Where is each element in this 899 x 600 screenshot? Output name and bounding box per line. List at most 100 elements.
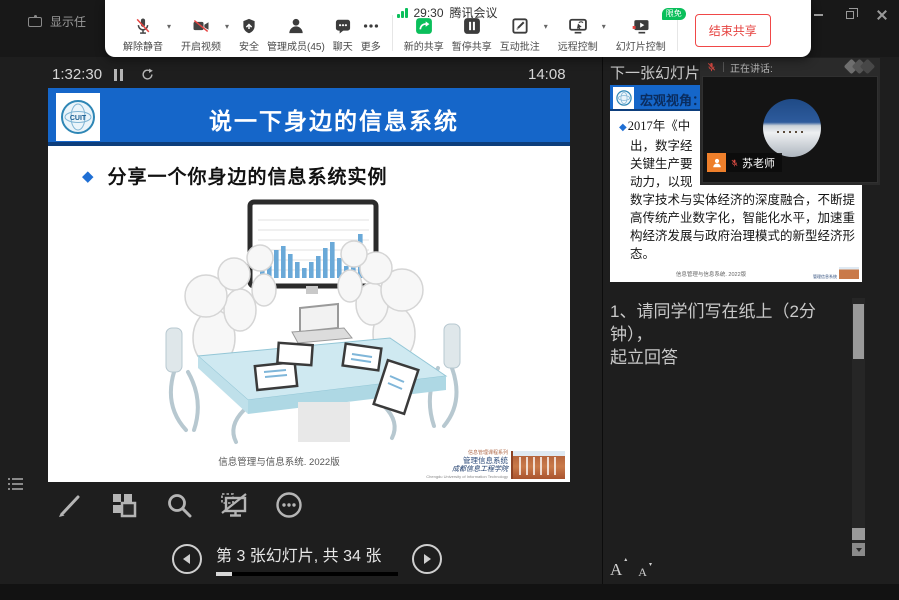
pen-tool-button[interactable] [52,488,86,522]
more-button[interactable]: 更多 [357,16,385,53]
font-increase-button[interactable]: A▴ [610,560,622,580]
minimize-button[interactable] [807,6,829,24]
preview-text-line: 数字技术与实体经济的深度融合，不断提 [619,191,856,209]
slide-bullet-text: 分享一个你身边的信息系统实例 [108,162,388,189]
slide-control-label: 幻灯片控制 [616,38,666,53]
more-dots-icon [361,16,381,36]
chat-button[interactable]: 聊天 [329,16,357,53]
restart-timer-button[interactable] [140,67,155,87]
participant-name: 苏老师 [742,155,775,171]
remote-dropdown-caret-icon[interactable] [602,22,612,31]
next-slide-button[interactable] [412,544,442,574]
show-taskbar-control[interactable]: 显示任 [28,13,86,30]
annotate-dropdown-caret-icon[interactable] [544,22,554,31]
share-new-icon [414,16,434,36]
participant-avatar [763,99,821,157]
pause-share-button[interactable]: 暂停共享 [448,16,496,53]
slide-counter: 第 3 张幻灯片, 共 34 张 [216,542,398,566]
slide-watermark: 信息管理课程系列 管理信息系统 成都信息工程学院 Chengdu Univers… [426,450,565,479]
slide-progress-fill [216,572,232,576]
security-button[interactable]: 安全 [235,16,263,53]
chat-label: 聊天 [333,38,353,53]
layout-switch-icon[interactable] [844,60,874,74]
preview-watermark: 管理信息系统 [813,263,859,279]
font-increase-tick-icon: ▴ [624,556,627,563]
meeting-toolbar-buttons: 解除静音 开启视频 安全 管理成员(45) [119,14,771,53]
more-label: 更多 [361,38,381,53]
restore-button[interactable] [839,6,861,24]
previous-slide-button[interactable] [172,544,202,574]
slide-header-band: CUIT 说一下身边的信息系统 [48,88,570,146]
notes-font-controls: A▴ A▾ [610,560,647,580]
svg-text:CUIT: CUIT [70,115,87,122]
scrollbar-block[interactable] [852,528,865,540]
preview-text-line: 态。 [619,245,856,263]
end-share-button[interactable]: 结束共享 [695,14,771,47]
camera-dropdown-caret-icon[interactable] [225,22,235,31]
notes-line: 起立回答 [610,346,846,369]
slide-progress-track[interactable] [216,572,398,576]
window-controls [807,6,893,24]
participant-name-tag: 苏老师 [707,153,782,172]
video-panel[interactable]: 正在讲话: 苏老师 [700,58,880,185]
black-screen-button[interactable] [217,488,251,522]
start-video-button[interactable]: 开启视频 [177,16,225,53]
manage-members-label: 管理成员(45) [267,38,325,53]
preview-text-line: 构经济发展与政府治理模式的新型经济形 [619,227,856,245]
preview-slide-title: 宏观视角： [640,90,705,109]
panel-divider [602,57,603,584]
video-tile[interactable]: 苏老师 [702,76,878,183]
bullet-diamond-icon: ◆ [82,167,94,185]
minimize-icon [814,14,823,16]
font-decrease-button[interactable]: A▾ [638,565,647,580]
scrollbar-thumb[interactable] [853,304,864,359]
speaker-mic-muted-icon [706,61,717,73]
manage-members-button[interactable]: 管理成员(45) [263,16,329,53]
preview-text-line: 2017年《中 [628,119,691,133]
scrollbar-down-button[interactable] [852,543,865,556]
watermark-title: 管理信息系统 [426,456,508,465]
speaker-notes[interactable]: 1、请同学们写在纸上（2分钟）， 起立回答 [610,300,846,369]
next-slide-label: 下一张幻灯片 [610,62,700,83]
pause-share-label: 暂停共享 [452,38,492,53]
annotate-icon [510,16,530,36]
chat-icon [333,16,353,36]
member-role-icon [707,153,726,172]
unmute-label: 解除静音 [123,38,163,53]
taskbar-hint-label: 显示任 [50,13,86,30]
watermark-school: 成都信息工程学院 [426,465,508,474]
toolbar-separator [392,15,393,51]
meeting-toolbar: 29:30 腾讯会议 解除静音 开启视频 [105,0,811,57]
close-icon [877,10,887,20]
more-tools-button[interactable] [272,488,306,522]
current-slide[interactable]: CUIT 说一下身边的信息系统 ◆ 分享一个你身边的信息系统实例 [48,88,570,482]
shield-icon [240,16,258,36]
zoom-tool-button[interactable] [162,488,196,522]
remote-control-icon [567,16,589,36]
elapsed-timer: 1:32:30 [52,66,102,83]
notes-list-icon[interactable] [8,478,23,490]
annotate-button[interactable]: 互动批注 [496,16,544,53]
cuit-logo: CUIT [56,93,100,141]
restore-icon [846,11,854,19]
remote-control-button[interactable]: 远程控制 [554,16,602,53]
mic-dropdown-caret-icon[interactable] [167,22,177,31]
watermark-english: Chengdu University of Information Techno… [426,474,508,479]
slide-title: 说一下身边的信息系统 [108,102,560,136]
slide-control-button[interactable]: 幻灯片控制 限免 [612,16,670,53]
notes-scrollbar[interactable] [852,298,865,556]
preview-footer-text: 信息管理与信息系统. 2022版 [610,270,812,278]
limited-free-badge: 限免 [662,8,686,20]
slide-illustration [148,196,478,448]
new-share-button[interactable]: 新的共享 [400,16,448,53]
unmute-button[interactable]: 解除静音 [119,16,167,53]
mic-muted-icon [133,16,153,36]
font-decrease-tick-icon: ▾ [649,561,652,568]
close-button[interactable] [871,6,893,24]
preview-watermark-text: 管理信息系统 [813,274,837,279]
see-all-slides-button[interactable] [107,488,141,522]
presenter-view-window: 显示任 29:30 腾讯会议 解除静音 开启视频 [0,0,899,600]
pause-timer-button[interactable] [114,69,123,81]
name-mic-muted-icon [730,158,739,168]
taskbar-icon [28,17,42,27]
